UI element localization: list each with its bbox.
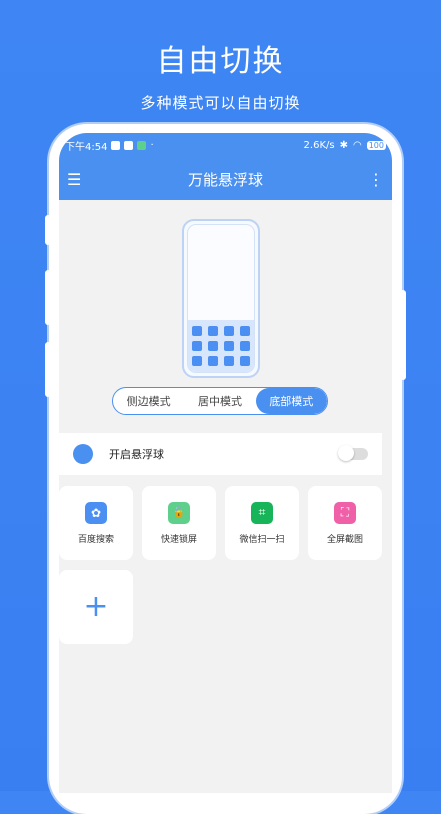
shortcut-label: 全屏截图 bbox=[326, 534, 363, 545]
shortcut-label: 微信扫一扫 bbox=[239, 534, 285, 545]
phone-screen: 下午4:54 · 2.6K/s ✱ ◠ 100 ☰ 万能悬浮球 ⋮ 侧边模式 居… bbox=[59, 133, 392, 793]
wifi-icon: ◠ bbox=[352, 140, 362, 151]
phone-side-button bbox=[45, 215, 51, 245]
phone-side-button bbox=[45, 270, 51, 325]
phone-side-button bbox=[400, 290, 406, 380]
notification-icon bbox=[137, 141, 147, 150]
toggle-knob bbox=[338, 445, 354, 461]
float-ball-row: 开启悬浮球 bbox=[59, 433, 382, 475]
mode-preview bbox=[182, 219, 260, 378]
shortcut-label: 百度搜索 bbox=[77, 534, 114, 545]
screenshot-icon: ⛶ bbox=[334, 501, 356, 524]
shortcut-label: 快速锁屏 bbox=[160, 534, 197, 545]
menu-icon[interactable]: ☰ bbox=[67, 170, 81, 189]
tray-icon bbox=[240, 326, 250, 336]
baidu-icon: ✿ bbox=[85, 501, 107, 524]
add-shortcut-button[interactable]: + bbox=[59, 570, 133, 644]
tray-icon bbox=[192, 341, 202, 351]
bluetooth-icon: ✱ bbox=[339, 140, 348, 151]
network-speed: 2.6K/s bbox=[303, 140, 335, 151]
notification-icon bbox=[124, 141, 134, 150]
float-ball-label: 开启悬浮球 bbox=[109, 448, 164, 461]
mode-selector: 侧边模式 居中模式 底部模式 bbox=[112, 387, 328, 415]
scan-icon: ⌗ bbox=[251, 501, 273, 524]
app-bar: ☰ 万能悬浮球 ⋮ bbox=[59, 158, 392, 200]
tray-icon bbox=[224, 341, 234, 351]
shortcut-baidu-search[interactable]: ✿ 百度搜索 bbox=[59, 486, 133, 560]
hero-subtitle: 多种模式可以自由切换 bbox=[140, 94, 301, 112]
lock-icon: 🔓 bbox=[168, 501, 190, 524]
float-ball-toggle[interactable] bbox=[338, 445, 368, 461]
status-dot: · bbox=[150, 140, 154, 151]
tray-icon bbox=[224, 326, 234, 336]
tray-icon bbox=[192, 356, 202, 366]
tab-bottom-mode[interactable]: 底部模式 bbox=[255, 388, 327, 414]
status-time: 下午4:54 bbox=[65, 142, 108, 153]
tray-icon bbox=[208, 356, 218, 366]
tab-side-mode[interactable]: 侧边模式 bbox=[113, 388, 184, 414]
tray-icon bbox=[208, 341, 218, 351]
notification-icon bbox=[111, 141, 121, 150]
app-title: 万能悬浮球 bbox=[187, 170, 263, 189]
hero-title: 自由切换 bbox=[156, 44, 285, 79]
shortcut-wechat-scan[interactable]: ⌗ 微信扫一扫 bbox=[225, 486, 299, 560]
tray-icon bbox=[208, 326, 218, 336]
preview-tray bbox=[188, 320, 254, 372]
tab-center-mode[interactable]: 居中模式 bbox=[184, 388, 255, 414]
phone-side-button bbox=[45, 342, 51, 397]
tray-icon bbox=[192, 326, 202, 336]
status-bar: 下午4:54 · 2.6K/s ✱ ◠ 100 bbox=[59, 133, 392, 158]
float-ball-icon bbox=[73, 444, 93, 464]
tray-icon bbox=[240, 356, 250, 366]
plus-icon: + bbox=[83, 589, 109, 624]
shortcut-quick-lock[interactable]: 🔓 快速锁屏 bbox=[142, 486, 216, 560]
more-icon[interactable]: ⋮ bbox=[368, 170, 384, 189]
tray-icon bbox=[240, 341, 250, 351]
battery-icon: 100 bbox=[366, 141, 386, 150]
shortcut-fullscreen-capture[interactable]: ⛶ 全屏截图 bbox=[308, 486, 382, 560]
tray-icon bbox=[224, 356, 234, 366]
